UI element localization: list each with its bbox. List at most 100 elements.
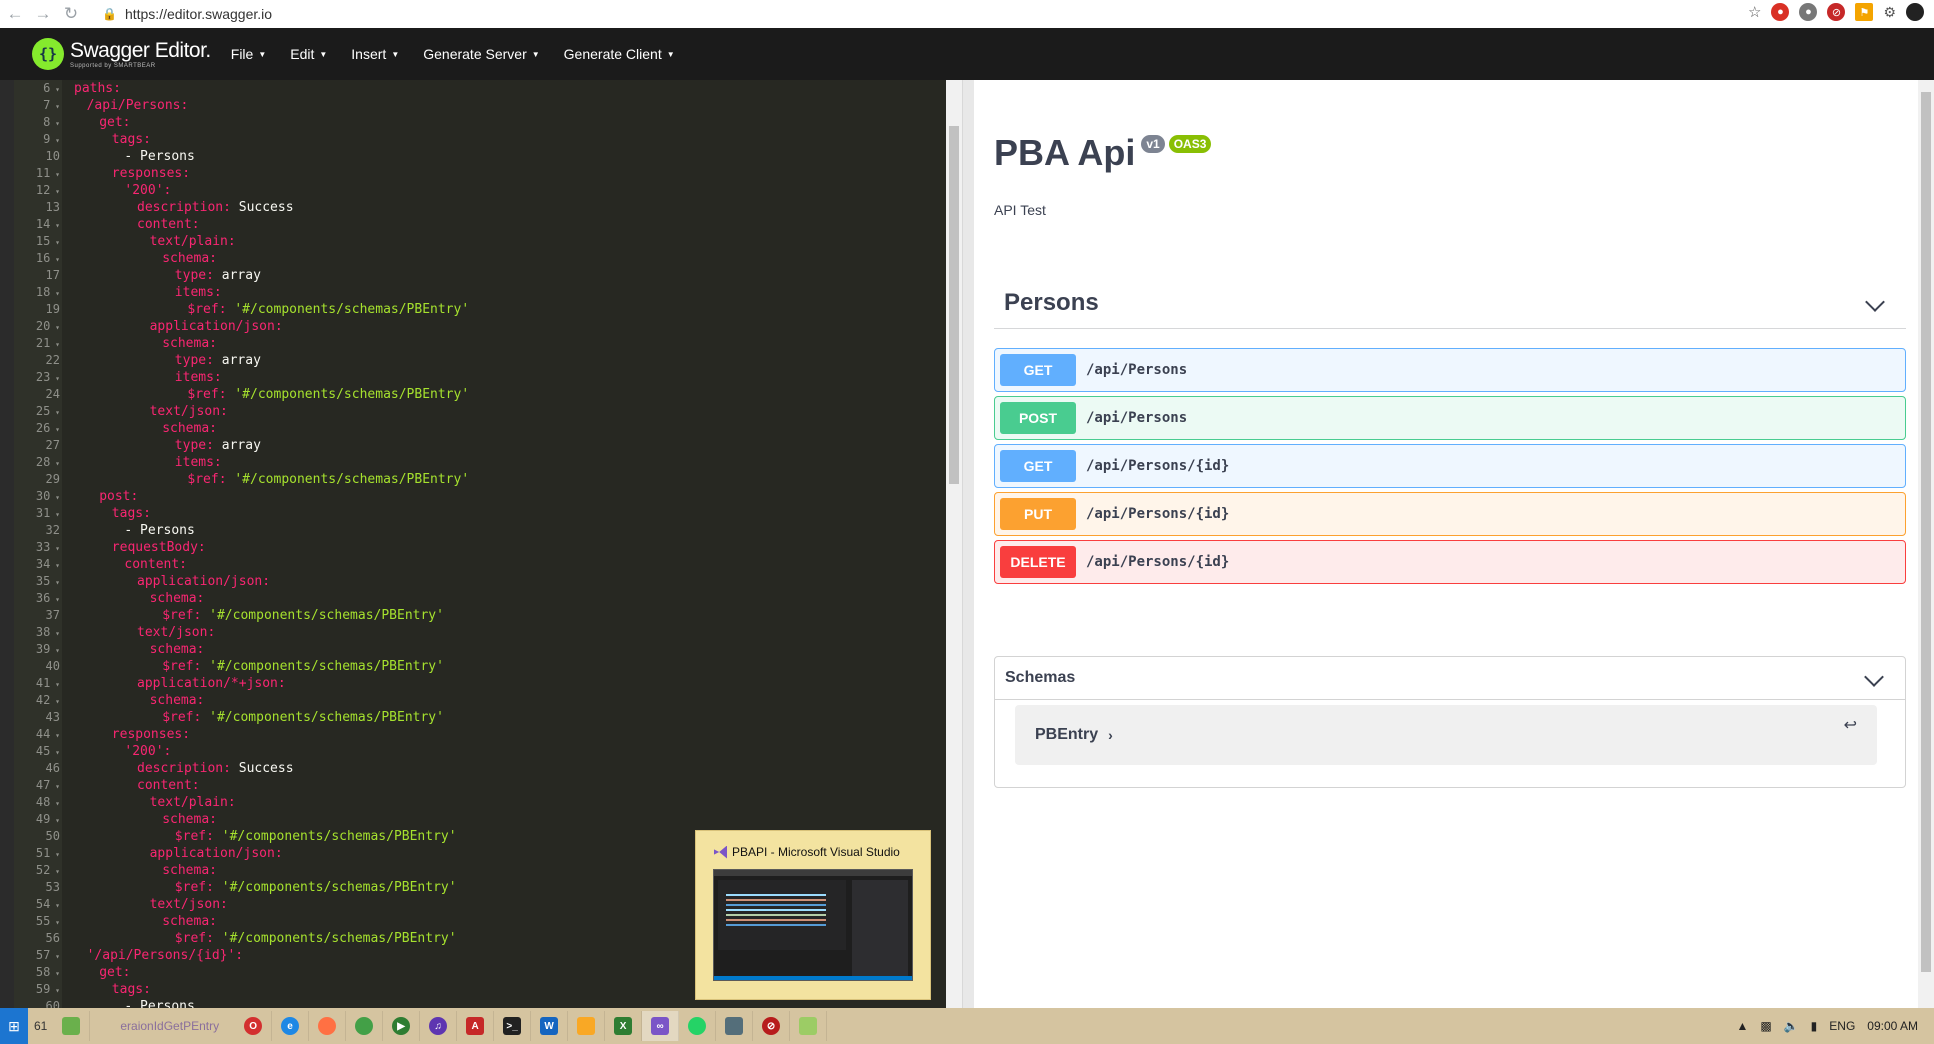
fold-arrow-icon[interactable]: ▾ (50, 289, 60, 298)
operation-delete-person-by-id[interactable]: DELETE /api/Persons/{id} (994, 540, 1906, 584)
fold-arrow-icon[interactable]: ▾ (50, 561, 60, 570)
code-line[interactable]: 39 ▾ schema: (14, 641, 946, 658)
code-line[interactable]: 14 ▾ content: (14, 216, 946, 233)
taskbar-notepad-icon[interactable] (790, 1011, 828, 1041)
operation-get-person-by-id[interactable]: GET /api/Persons/{id} (994, 444, 1906, 488)
preview-scroll-thumb[interactable] (1921, 92, 1931, 972)
extension-flag-icon[interactable]: ⚑ (1855, 3, 1874, 21)
window-thumbnail[interactable] (713, 869, 913, 981)
taskbar-music-icon[interactable]: ♫ (420, 1011, 458, 1041)
fold-arrow-icon[interactable]: ▾ (50, 816, 60, 825)
back-button[interactable]: ← (2, 3, 28, 25)
extension-grey-icon[interactable]: ● (1799, 3, 1818, 21)
start-windows-icon[interactable]: ⊞ (0, 1008, 28, 1044)
code-line[interactable]: 30 ▾ post: (14, 488, 946, 505)
fold-arrow-icon[interactable]: ▾ (50, 340, 60, 349)
forward-button[interactable]: → (30, 3, 56, 25)
code-line[interactable]: 22 type: array (14, 352, 946, 369)
operation-get-persons[interactable]: GET /api/Persons (994, 348, 1906, 392)
taskbar-media-icon[interactable]: ▶ (383, 1011, 421, 1041)
fold-arrow-icon[interactable]: ▾ (50, 646, 60, 655)
fold-arrow-icon[interactable]: ▾ (50, 867, 60, 876)
fold-arrow-icon[interactable]: ▾ (50, 85, 60, 94)
fold-arrow-icon[interactable]: ▾ (50, 544, 60, 553)
taskbar-blocked-icon[interactable]: ⊘ (753, 1011, 791, 1041)
code-line[interactable]: 23 ▾ items: (14, 369, 946, 386)
code-line[interactable]: 36 ▾ schema: (14, 590, 946, 607)
fold-arrow-icon[interactable]: ▾ (50, 986, 60, 995)
chevron-down-icon[interactable] (1865, 292, 1885, 312)
taskbar-ie-icon[interactable]: e (272, 1011, 310, 1041)
extension-block-icon[interactable]: ⊘ (1827, 3, 1846, 21)
fold-arrow-icon[interactable]: ▾ (50, 408, 60, 417)
taskbar-firefox-icon[interactable] (309, 1011, 347, 1041)
operation-put-person-by-id[interactable]: PUT /api/Persons/{id} (994, 492, 1906, 536)
fold-arrow-icon[interactable]: ▾ (50, 374, 60, 383)
extension-red-icon[interactable]: ● (1771, 3, 1790, 21)
tray-up-arrow-icon[interactable]: ▲ (1736, 1019, 1748, 1033)
swagger-logo[interactable]: {} Swagger Editor. Supported by SMARTBEA… (32, 38, 211, 70)
taskbar-visual-studio-icon[interactable]: ∞ (642, 1011, 680, 1041)
code-line[interactable]: 27 type: array (14, 437, 946, 454)
bookmark-star-icon[interactable]: ☆ (1748, 3, 1761, 21)
preview-scrollbar[interactable] (1918, 80, 1934, 1008)
fold-arrow-icon[interactable]: ▾ (50, 850, 60, 859)
fold-arrow-icon[interactable]: ▾ (50, 493, 60, 502)
taskbar-green-app-icon[interactable] (53, 1011, 91, 1041)
menu-edit[interactable]: Edit ▼ (290, 46, 327, 62)
code-line[interactable]: 34 ▾ content: (14, 556, 946, 573)
editor-scrollbar[interactable] (946, 80, 962, 1008)
code-line[interactable]: 8 ▾ get: (14, 114, 946, 131)
code-line[interactable]: 6 ▾ paths: (14, 80, 946, 97)
fold-arrow-icon[interactable]: ▾ (50, 595, 60, 604)
code-line[interactable]: 15 ▾ text/plain: (14, 233, 946, 250)
fold-arrow-icon[interactable]: ▾ (50, 578, 60, 587)
taskbar-explorer-icon[interactable] (568, 1011, 606, 1041)
code-line[interactable]: 12 ▾ '200': (14, 182, 946, 199)
fold-arrow-icon[interactable]: ▾ (50, 918, 60, 927)
taskbar-word-icon[interactable]: W (531, 1011, 569, 1041)
fold-arrow-icon[interactable]: ▾ (50, 731, 60, 740)
language-indicator[interactable]: ENG (1829, 1019, 1855, 1033)
reload-button[interactable]: ↻ (58, 3, 84, 25)
fold-arrow-icon[interactable]: ▾ (50, 221, 60, 230)
code-line[interactable]: 20 ▾ application/json: (14, 318, 946, 335)
code-line[interactable]: 45 ▾ '200': (14, 743, 946, 760)
code-line[interactable]: 24 $ref: '#/components/schemas/PBEntry' (14, 386, 946, 403)
editor-scroll-thumb[interactable] (949, 126, 959, 484)
code-line[interactable]: 40 $ref: '#/components/schemas/PBEntry' (14, 658, 946, 675)
fold-arrow-icon[interactable]: ▾ (50, 901, 60, 910)
schemas-header[interactable]: Schemas (995, 657, 1905, 700)
chevron-down-icon[interactable] (1864, 667, 1884, 687)
fold-arrow-icon[interactable]: ▾ (50, 969, 60, 978)
code-line[interactable]: 41 ▾ application/*+json: (14, 675, 946, 692)
menu-generate-server[interactable]: Generate Server ▼ (423, 46, 539, 62)
code-line[interactable]: 44 ▾ responses: (14, 726, 946, 743)
code-line[interactable]: 26 ▾ schema: (14, 420, 946, 437)
menu-file[interactable]: File ▼ (231, 46, 266, 62)
fold-arrow-icon[interactable]: ▾ (50, 510, 60, 519)
menu-insert[interactable]: Insert ▼ (351, 46, 399, 62)
code-line[interactable]: 29 $ref: '#/components/schemas/PBEntry' (14, 471, 946, 488)
extensions-puzzle-icon[interactable]: ⚙ (1883, 4, 1896, 21)
code-line[interactable]: 47 ▾ content: (14, 777, 946, 794)
fold-arrow-icon[interactable]: ▾ (50, 425, 60, 434)
fold-arrow-icon[interactable]: ▾ (50, 459, 60, 468)
code-line[interactable]: 19 $ref: '#/components/schemas/PBEntry' (14, 301, 946, 318)
code-line[interactable]: 33 ▾ requestBody: (14, 539, 946, 556)
taskbar-whatsapp-icon[interactable] (679, 1011, 717, 1041)
taskbar-terminal-icon[interactable]: >_ (494, 1011, 532, 1041)
code-line[interactable]: 49 ▾ schema: (14, 811, 946, 828)
taskbar-opera-icon[interactable]: O (235, 1011, 273, 1041)
fold-arrow-icon[interactable]: ▾ (50, 680, 60, 689)
fold-arrow-icon[interactable]: ▾ (50, 952, 60, 961)
code-line[interactable]: 13 description: Success (14, 199, 946, 216)
fold-arrow-icon[interactable]: ▾ (50, 697, 60, 706)
taskbar-chrome-icon[interactable] (346, 1011, 384, 1041)
fold-arrow-icon[interactable]: ▾ (50, 799, 60, 808)
fold-arrow-icon[interactable]: ▾ (50, 238, 60, 247)
code-line[interactable]: 11 ▾ responses: (14, 165, 946, 182)
taskbar-thumbnail-tooltip[interactable]: PBAPI - Microsoft Visual Studio (695, 830, 931, 1000)
code-line[interactable]: 38 ▾ text/json: (14, 624, 946, 641)
volume-icon[interactable]: 🔈 (1784, 1019, 1799, 1033)
